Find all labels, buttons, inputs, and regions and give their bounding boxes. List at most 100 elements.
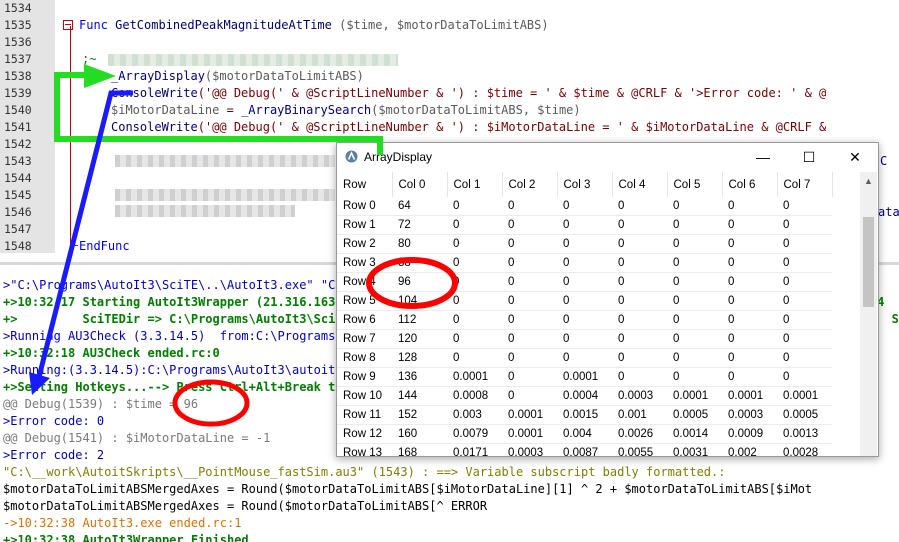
- column-header[interactable]: Col 6: [722, 172, 778, 197]
- table-cell: 0.0031: [667, 443, 722, 456]
- code-line-1548[interactable]: EndFunc: [79, 238, 130, 253]
- table-cell: 0: [777, 310, 832, 330]
- line-number: 1539: [4, 86, 32, 100]
- table-row[interactable]: Row 8 128 0 0 0 0 0 0 0: [337, 348, 832, 368]
- table-cell: 0.0014: [667, 424, 722, 444]
- table-cell: 0.0001: [502, 405, 557, 425]
- table-cell: 0: [612, 197, 667, 216]
- scrollbar-thumb[interactable]: [863, 217, 874, 307]
- table-row[interactable]: Row 9 136 0.0001 0 0.0001 0 0 0 0: [337, 367, 832, 387]
- table-cell: 0: [777, 291, 832, 311]
- table-row[interactable]: Row 3 88 0 0 0 0 0 0 0: [337, 253, 832, 273]
- column-header[interactable]: Col 1: [447, 172, 503, 197]
- table-cell: 112: [392, 310, 447, 330]
- table-row[interactable]: Row 6 112 0 0 0 0 0 0 0: [337, 310, 832, 330]
- table-cell: 0: [667, 291, 722, 311]
- code-line-1537[interactable]: ;~: [82, 51, 96, 68]
- table-cell: 0: [722, 329, 777, 349]
- table-cell: 0.0001: [447, 367, 502, 387]
- code-line-1541[interactable]: ConsoleWrite('@@ Debug(' & @ScriptLineNu…: [111, 119, 826, 136]
- minimize-button[interactable]: —: [740, 143, 786, 171]
- table-cell: 0: [447, 310, 502, 330]
- table-row[interactable]: Row 4 96 0 0 0 0 0 0 0: [337, 272, 832, 292]
- table-cell: 160: [392, 424, 447, 444]
- column-header[interactable]: Col 0: [392, 172, 448, 197]
- table-row[interactable]: Row 7 120 0 0 0 0 0 0 0: [337, 329, 832, 349]
- array-listview[interactable]: Row Col 0 Col 1 Col 2 Col 3 Col 4 Col 5 Col 6 Co…: [337, 172, 878, 456]
- line-number: 1540: [4, 103, 32, 117]
- table-cell: 0.004: [557, 424, 612, 444]
- code-line-1538[interactable]: _ArrayDisplay($motorDataToLimitABS): [111, 68, 364, 85]
- table-cell: 0.0055: [612, 443, 667, 456]
- table-row[interactable]: Row 1 72 0 0 0 0 0 0 0: [337, 215, 832, 235]
- table-cell: 0: [612, 234, 667, 254]
- table-cell: 0: [502, 386, 557, 406]
- table-cell: 0: [612, 272, 667, 292]
- table-cell: 0: [667, 310, 722, 330]
- table-cell: 0: [667, 197, 722, 216]
- table-cell: 0: [502, 348, 557, 368]
- table-row[interactable]: Row 0 64 0 0 0 0 0 0 0: [337, 197, 832, 216]
- code-line-1539[interactable]: ConsoleWrite('@@ Debug(' & @ScriptLineNu…: [111, 85, 826, 102]
- table-cell: Row 5: [337, 291, 392, 311]
- array-display-window[interactable]: ArrayDisplay — ☐ ✕ Row Col 0 Col 1 Col 2 Col…: [336, 142, 879, 457]
- table-cell: 0.0008: [447, 386, 502, 406]
- table-cell: 0: [667, 215, 722, 235]
- redacted-code: [115, 189, 335, 201]
- maximize-button[interactable]: ☐: [786, 143, 832, 171]
- redacted-comment: [108, 54, 398, 66]
- table-cell: 0: [557, 234, 612, 254]
- column-header[interactable]: Col 5: [667, 172, 723, 197]
- column-header[interactable]: Row: [337, 172, 393, 197]
- table-cell: Row 12: [337, 424, 392, 444]
- table-cell: 0: [777, 272, 832, 292]
- vertical-scrollbar[interactable]: ▲: [860, 172, 877, 456]
- table-cell: 0.0013: [777, 424, 832, 444]
- table-row[interactable]: Row 10 144 0.0008 0 0.0004 0.0003 0.0001 0.0001…: [337, 386, 832, 406]
- autoit-app-icon: [345, 150, 358, 163]
- line-number: 1548: [4, 239, 32, 253]
- table-cell: 0: [502, 197, 557, 216]
- code-partial: ata: [878, 205, 899, 219]
- table-row[interactable]: Row 2 80 0 0 0 0 0 0 0: [337, 234, 832, 254]
- table-row[interactable]: Row 11 152 0.003 0.0001 0.0015 0.001 0.0005 0.0…: [337, 405, 832, 425]
- console-line: >Error code: 0: [3, 414, 105, 428]
- column-header[interactable]: Col 2: [502, 172, 558, 197]
- table-cell: Row 0: [337, 197, 392, 216]
- table-cell: 0: [447, 348, 502, 368]
- column-header[interactable]: Col 3: [557, 172, 613, 197]
- table-row[interactable]: Row 12 160 0.0079 0.0001 0.004 0.0026 0.0014 0.…: [337, 424, 832, 444]
- table-cell: Row 11: [337, 405, 392, 425]
- table-cell: Row 6: [337, 310, 392, 330]
- scroll-up-arrow-icon[interactable]: ▲: [864, 176, 873, 186]
- table-cell: 0: [777, 367, 832, 387]
- table-cell: 0.0003: [502, 443, 557, 456]
- column-header[interactable]: Col 4: [612, 172, 668, 197]
- table-cell: 0: [502, 291, 557, 311]
- window-titlebar[interactable]: ArrayDisplay — ☐ ✕: [337, 143, 878, 171]
- table-cell: 0: [612, 348, 667, 368]
- column-header[interactable]: Col 7: [777, 172, 833, 197]
- table-cell: 104: [392, 291, 447, 311]
- code-line-1540[interactable]: $iMotorDataLine = _ArrayBinarySearch($mo…: [111, 102, 581, 119]
- table-cell: 0: [722, 367, 777, 387]
- table-row[interactable]: Row 5 104 0 0 0 0 0 0 0: [337, 291, 832, 311]
- line-number: 1544: [4, 171, 32, 185]
- table-cell: 0.0087: [557, 443, 612, 456]
- table-cell: 0: [612, 367, 667, 387]
- console-line: $motorDataToLimitABSMergedAxes = Round($…: [3, 499, 488, 513]
- fold-toggle-icon[interactable]: [63, 20, 73, 30]
- table-cell: 0.003: [447, 405, 502, 425]
- table-cell: 0: [722, 348, 777, 368]
- console-line: @@ Debug(1539) : $time = 96: [3, 397, 199, 411]
- table-cell: 0: [557, 197, 612, 216]
- code-line-1535[interactable]: Func GetCombinedPeakMagnitudeAtTime ($ti…: [79, 17, 549, 34]
- table-cell: 0: [447, 234, 502, 254]
- table-cell: 0: [502, 310, 557, 330]
- table-cell: 0: [777, 253, 832, 273]
- table-cell: 0: [722, 197, 777, 216]
- table-cell: 0: [502, 367, 557, 387]
- close-button[interactable]: ✕: [832, 143, 878, 171]
- table-cell: 0: [557, 291, 612, 311]
- table-row[interactable]: Row 13 168 0.0171 0.0003 0.0087 0.0055 0.0031 0…: [337, 443, 832, 456]
